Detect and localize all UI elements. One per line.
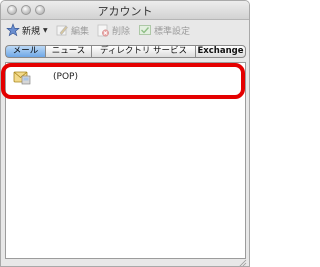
new-button-label: 新規 <box>22 26 41 37</box>
new-button[interactable]: 新規 ▼ <box>6 21 48 39</box>
chevron-down-icon[interactable]: ▼ <box>43 27 48 34</box>
make-default-button[interactable]: 標準設定 <box>138 21 190 39</box>
default-settings-icon <box>138 23 152 37</box>
tab-mail[interactable]: メール <box>5 45 45 58</box>
tab-directory-services[interactable]: ディレクトリ サービス <box>91 45 195 58</box>
accounts-window: アカウント 新規 ▼ 編集 削除 標準設定 メール ニュース ディレクトリ サー… <box>0 0 250 267</box>
resize-handle[interactable] <box>237 254 247 266</box>
delete-icon <box>96 23 110 37</box>
annotation-highlight <box>1 63 245 99</box>
new-account-icon <box>6 23 20 37</box>
tab-exchange[interactable]: Exchange <box>195 45 246 58</box>
edit-button[interactable]: 編集 <box>55 21 89 39</box>
make-default-button-label: 標準設定 <box>154 26 191 37</box>
account-type-tabs: メール ニュース ディレクトリ サービス Exchange <box>5 45 246 58</box>
edit-button-label: 編集 <box>71 26 90 37</box>
pencil-icon <box>55 23 69 37</box>
tab-news[interactable]: ニュース <box>45 45 91 58</box>
delete-button-label: 削除 <box>112 26 131 37</box>
delete-button[interactable]: 削除 <box>96 21 130 39</box>
title-bar[interactable]: アカウント <box>1 1 249 20</box>
toolbar: 新規 ▼ 編集 削除 標準設定 <box>1 20 249 40</box>
window-title: アカウント <box>97 5 153 18</box>
